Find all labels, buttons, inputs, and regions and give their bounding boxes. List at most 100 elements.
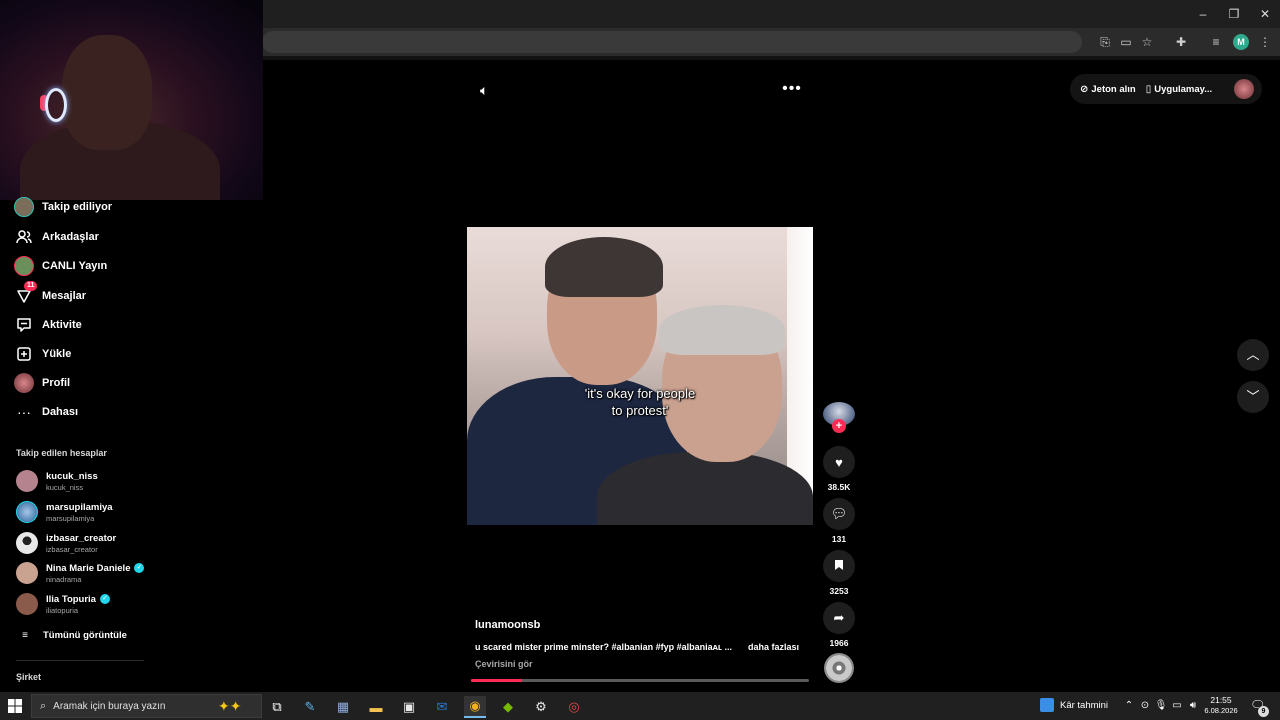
steam-icon[interactable]: ⚙	[530, 696, 552, 718]
extensions-icon[interactable]: ✚	[1173, 34, 1189, 50]
search-icon: ⌕	[40, 699, 47, 712]
task-view-icon[interactable]: ⧉	[266, 696, 288, 718]
microphone-icon[interactable]: 🎙︎	[1154, 699, 1168, 713]
tray-chevron-up-icon[interactable]: ⌃	[1122, 699, 1136, 713]
post-author[interactable]: lunamoonsb	[475, 619, 540, 631]
mail-icon[interactable]: ✉	[431, 696, 453, 718]
star-icon[interactable]: ☆	[1139, 34, 1155, 50]
obs-icon[interactable]: ◎	[563, 696, 585, 718]
see-more-button[interactable]: daha fazlası	[748, 642, 799, 652]
post-description: u scared mister prime minster? #albanian…	[475, 642, 732, 652]
sidebar-item-profile[interactable]: Profil	[14, 372, 70, 394]
sidebar-item-friends[interactable]: Arkadaşlar	[14, 226, 99, 248]
volume-tray-icon[interactable]: 🔊︎	[1186, 699, 1200, 713]
chrome-icon[interactable]: ◉	[464, 696, 486, 718]
sidebar-item-label: Yükle	[42, 348, 72, 360]
coin-icon: ⊘	[1080, 83, 1089, 95]
search-placeholder: Aramak için buraya yazın	[53, 700, 166, 712]
chevron-up-icon: ︿	[1246, 347, 1260, 362]
account-name: izbasar_creator	[46, 532, 117, 544]
sidebar-item-messages[interactable]: 11 Mesajlar	[14, 281, 86, 307]
previous-video-button[interactable]: ︿	[1237, 339, 1269, 371]
restore-button[interactable]: ❐	[1219, 4, 1249, 24]
notification-badge: 9	[1258, 706, 1269, 717]
company-title: Şirket	[16, 672, 42, 682]
store-icon[interactable]: ▣	[398, 696, 420, 718]
video-progress-bar[interactable]	[471, 679, 809, 682]
clock-time: 21:55	[1210, 695, 1232, 705]
menu-icon[interactable]: ⋮	[1257, 34, 1273, 50]
calculator-icon[interactable]: ▦	[332, 696, 354, 718]
sidebar-item-label: Takip ediliyor	[42, 201, 113, 213]
sidebar-item-label: Dahası	[42, 406, 79, 418]
sidebar-item-following[interactable]: Takip ediliyor	[14, 196, 112, 218]
following-account-item[interactable]: Nina Marie Daniele ✓ ninadrama	[16, 559, 145, 587]
get-app-button[interactable]: ▯ Uygulamay...	[1146, 84, 1212, 95]
messages-badge: 11	[24, 281, 38, 291]
more-icon: ···	[17, 404, 31, 420]
list-icon: ≡	[22, 629, 28, 641]
more-options-button[interactable]: •••	[782, 80, 802, 98]
see-translation-button[interactable]: Çevirisini gör	[475, 659, 533, 669]
address-bar[interactable]	[262, 31, 1082, 53]
following-account-item[interactable]: marsupilamiya marsupilamiya	[16, 498, 113, 526]
verified-icon: ✓	[134, 563, 145, 573]
video-caption: 'it's okay for people to protest'	[584, 386, 696, 418]
music-disc-icon[interactable]	[824, 653, 854, 683]
video-person-suit	[597, 452, 813, 525]
weather-widget[interactable]: Kâr tahmini	[1040, 698, 1108, 712]
network-icon[interactable]: ▭	[1170, 699, 1184, 713]
sidebar-item-more[interactable]: ··· Dahası	[14, 401, 78, 423]
following-account-item[interactable]: Ilia Topuria ✓ iliatopuria	[16, 590, 110, 618]
avatar	[16, 470, 38, 492]
avatar	[16, 562, 38, 584]
video-person-hair	[545, 237, 663, 297]
messages-icon: 11	[14, 281, 38, 306]
save-button[interactable]	[823, 550, 855, 582]
minimize-button[interactable]: –	[1188, 4, 1218, 24]
get-coins-button[interactable]: ⊘ Jeton alın	[1080, 84, 1136, 95]
follow-button[interactable]: +	[832, 419, 846, 433]
copilot-sparkle-icon[interactable]: ✦✦	[218, 698, 241, 714]
like-button[interactable]: ♥	[823, 446, 855, 478]
account-name: Nina Marie Daniele ✓	[46, 563, 145, 574]
see-all-label: Tümünü görüntüle	[43, 629, 127, 641]
see-all-following-button[interactable]: ≡ Tümünü görüntüle	[18, 624, 127, 646]
chevron-down-icon: ﹀	[1246, 389, 1260, 404]
following-account-item[interactable]: kucuk_niss kucuk_niss	[16, 467, 98, 495]
volume-icon[interactable]: 🔈︎	[480, 82, 496, 98]
windows-start-icon[interactable]	[8, 699, 22, 713]
sidebar-item-upload[interactable]: Yükle	[14, 343, 71, 365]
comment-button[interactable]: 💬︎	[823, 498, 855, 530]
app-pencil-icon[interactable]: ✎	[299, 696, 321, 718]
sidebar-item-label: Profil	[42, 377, 71, 389]
next-video-button[interactable]: ﹀	[1237, 381, 1269, 413]
file-explorer-icon[interactable]: ▬	[365, 696, 387, 718]
account-handle: marsupilamiya	[46, 513, 95, 523]
sidebar-item-activity[interactable]: Aktivite	[14, 314, 82, 336]
translate-icon[interactable]: ⎘	[1097, 34, 1113, 50]
media-icon[interactable]: ≡	[1208, 34, 1224, 50]
sidebar-item-live[interactable]: CANLI Yayın	[14, 255, 107, 277]
cast-icon[interactable]: ▭	[1118, 34, 1134, 50]
sidebar-item-label: Arkadaşlar	[42, 231, 99, 243]
browser-profile-avatar[interactable]: M	[1233, 34, 1249, 50]
sidebar-item-label: CANLI Yayın	[42, 260, 108, 272]
following-account-item[interactable]: izbasar_creator izbasar_creator	[16, 529, 116, 557]
account-name: Ilia Topuria ✓	[46, 594, 110, 605]
share-button[interactable]: ➦	[823, 602, 855, 634]
share-icon: ➦	[833, 610, 845, 625]
meet-icon[interactable]: ⊙	[1138, 699, 1152, 713]
taskbar-clock[interactable]: 21:55 6.08.2026	[1203, 695, 1239, 716]
activity-icon	[14, 315, 34, 335]
profile-icon	[14, 373, 34, 393]
user-avatar[interactable]	[1234, 79, 1254, 99]
close-window-button[interactable]: ✕	[1250, 4, 1280, 24]
video-progress-fill	[471, 679, 522, 682]
account-handle: kucuk_niss	[46, 482, 84, 492]
account-handle: iliatopuria	[46, 605, 79, 615]
nvidia-icon[interactable]: ◆	[497, 696, 519, 718]
account-name: marsupilamiya	[46, 501, 113, 513]
avatar	[16, 501, 38, 523]
video-player[interactable]: 'it's okay for people to protest'	[467, 227, 813, 525]
